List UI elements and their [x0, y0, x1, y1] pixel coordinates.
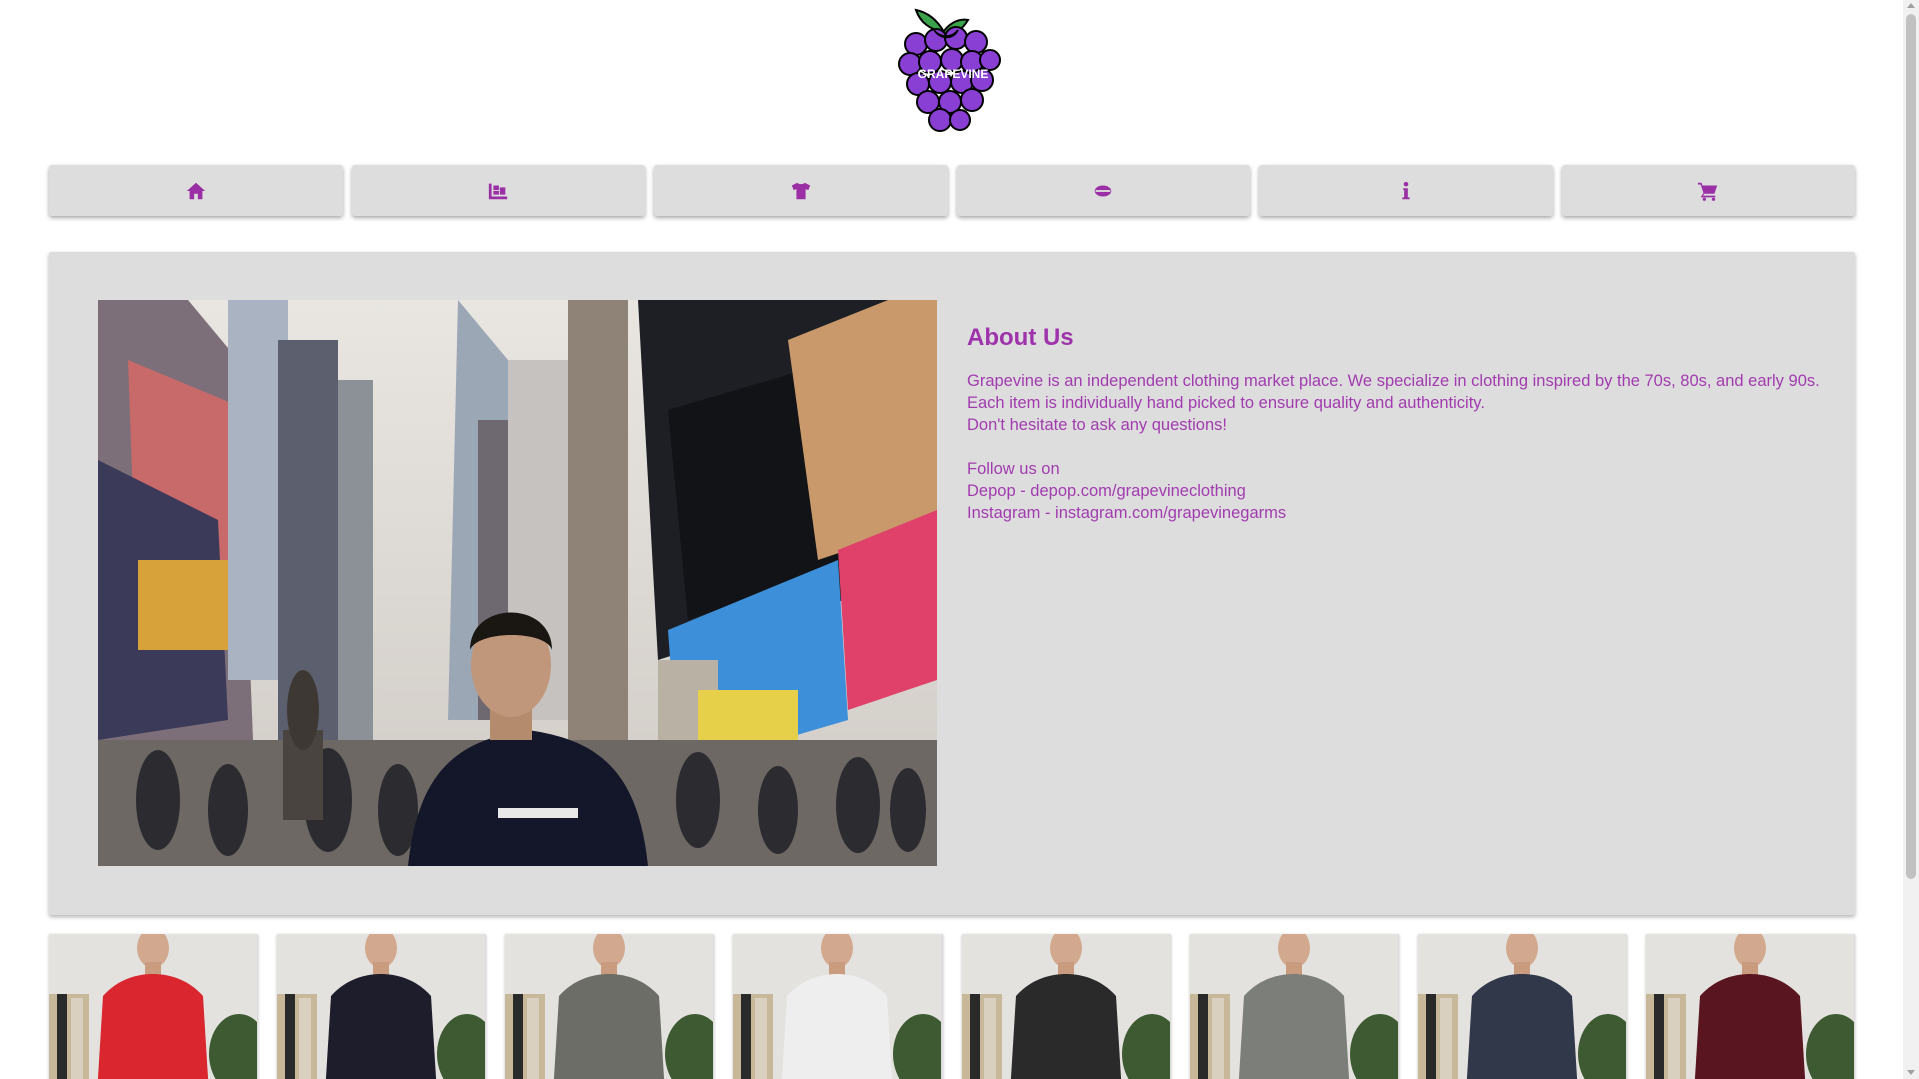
product-card[interactable] [277, 934, 487, 1079]
about-section: About Us Grapevine is an independent clo… [49, 252, 1855, 915]
product-photo [49, 934, 257, 1079]
instagram-link[interactable]: Instagram - instagram.com/grapevinegarms [967, 502, 1827, 524]
product-card[interactable] [961, 934, 1171, 1079]
product-grid [49, 934, 1855, 1079]
product-card[interactable] [1189, 934, 1399, 1079]
product-photo [1645, 934, 1854, 1079]
brand-name: GRAPEVINE [918, 67, 989, 81]
nav-home-button[interactable] [49, 165, 343, 216]
product-card[interactable] [733, 934, 943, 1079]
about-text: About Us Grapevine is an independent clo… [967, 324, 1827, 524]
home-icon [186, 182, 205, 199]
scroll-down-arrow[interactable] [1907, 1070, 1915, 1075]
cart-icon [1698, 182, 1718, 201]
product-photo [1417, 934, 1626, 1079]
product-photo [505, 934, 714, 1079]
nav-cart-button[interactable] [1561, 165, 1855, 216]
product-photo [1189, 934, 1398, 1079]
nav-shipping-button[interactable] [351, 165, 645, 216]
follow-label: Follow us on [967, 460, 1060, 478]
nav-info-button[interactable] [1259, 165, 1553, 216]
info-icon [1402, 181, 1410, 199]
product-photo [961, 934, 1170, 1079]
about-line: Each item is individually hand picked to… [967, 394, 1485, 412]
times-square-photo [98, 300, 937, 866]
dolly-icon [489, 183, 508, 199]
product-card[interactable] [505, 934, 715, 1079]
main-nav [49, 165, 1855, 216]
nav-hats-button[interactable] [956, 165, 1250, 216]
product-card[interactable] [1645, 934, 1855, 1079]
tshirt-icon [791, 182, 810, 199]
about-title: About Us [967, 324, 1074, 351]
nav-tshirts-button[interactable] [654, 165, 948, 216]
about-line: Don't hesitate to ask any questions! [967, 416, 1227, 434]
product-card[interactable] [1417, 934, 1627, 1079]
depop-link[interactable]: Depop - depop.com/grapevineclothing [967, 480, 1827, 502]
about-line: Grapevine is an independent clothing mar… [967, 372, 1820, 390]
product-card[interactable] [49, 934, 259, 1079]
scroll-thumb[interactable] [1906, 14, 1916, 879]
hat-icon [1095, 185, 1112, 196]
scroll-up-arrow[interactable] [1907, 3, 1915, 8]
brand-logo[interactable]: GRAPEVINE [896, 4, 1002, 138]
product-photo [277, 934, 486, 1079]
product-photo [733, 934, 942, 1079]
